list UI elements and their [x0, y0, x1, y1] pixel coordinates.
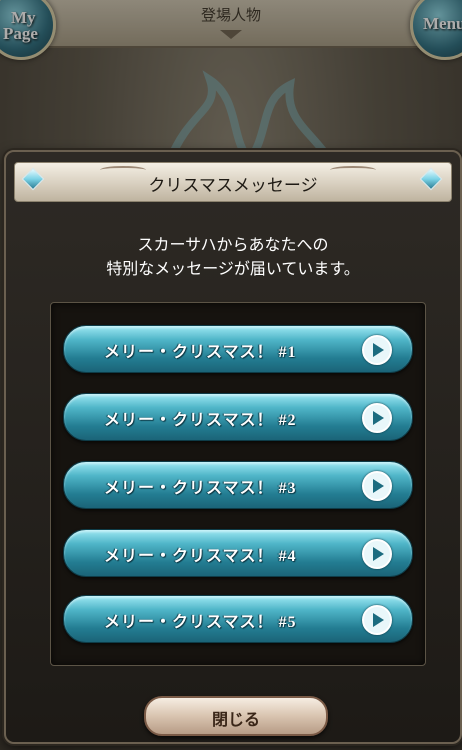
play-icon [362, 539, 392, 569]
dialog-title: クリスマスメッセージ [148, 176, 318, 195]
message-button-2[interactable]: メリー・クリスマス！ #2 [63, 393, 413, 441]
close-ornament-left [100, 166, 146, 174]
close-ornament-right [330, 166, 376, 174]
dialog-title-bar: クリスマスメッセージ [14, 162, 452, 202]
message-button-5[interactable]: メリー・クリスマス！ #5 [63, 595, 413, 643]
dialog-message: スカーサハからあなたへの 特別なメッセージが届いています。 [6, 234, 460, 282]
play-icon [362, 605, 392, 635]
message-button-label: メリー・クリスマス！ #3 [104, 480, 297, 497]
message-button-1[interactable]: メリー・クリスマス！ #1 [63, 325, 413, 373]
message-button-label: メリー・クリスマス！ #4 [104, 548, 297, 565]
close-button-label: 閉じる [211, 712, 260, 729]
close-button[interactable]: 閉じる [144, 696, 328, 736]
play-icon [362, 471, 392, 501]
message-button-label: メリー・クリスマス！ #1 [104, 344, 297, 361]
play-icon [362, 403, 392, 433]
message-line-2: 特別なメッセージが届いています。 [106, 261, 360, 278]
message-line-1: スカーサハからあなたへの [137, 237, 329, 254]
message-list-panel: メリー・クリスマス！ #1 メリー・クリスマス！ #2 メリー・クリスマス！ #… [50, 302, 426, 666]
message-button-4[interactable]: メリー・クリスマス！ #4 [63, 529, 413, 577]
play-icon [362, 335, 392, 365]
christmas-message-dialog: クリスマスメッセージ スカーサハからあなたへの 特別なメッセージが届いています。… [4, 150, 462, 744]
message-button-label: メリー・クリスマス！ #2 [104, 412, 297, 429]
message-button-label: メリー・クリスマス！ #5 [104, 614, 297, 631]
message-button-3[interactable]: メリー・クリスマス！ #3 [63, 461, 413, 509]
